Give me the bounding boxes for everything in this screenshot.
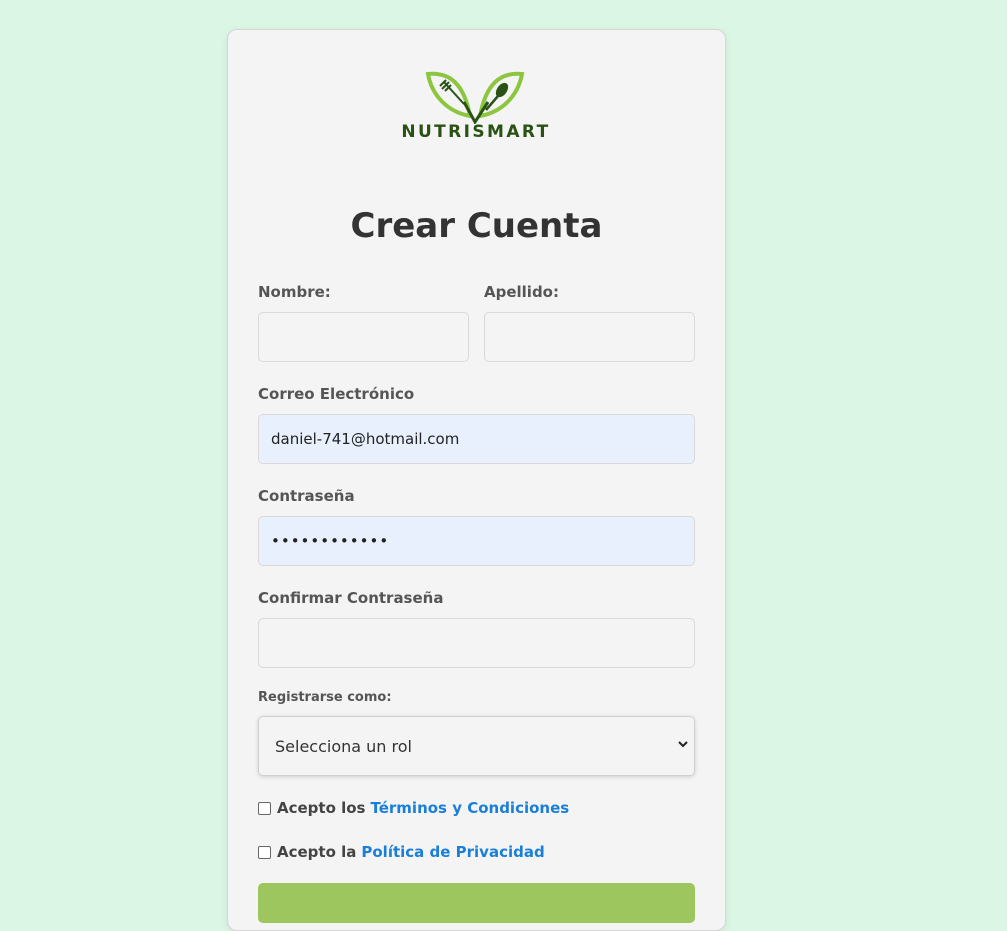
privacy-row: Acepto la Política de Privacidad <box>258 843 545 861</box>
nutrismart-logo: NUTRISMART <box>388 68 564 146</box>
confirm-password-input[interactable] <box>258 618 695 668</box>
email-input[interactable]: daniel-741@hotmail.com <box>258 414 695 464</box>
leaf-icon <box>425 71 525 125</box>
confirm-password-label: Confirmar Contraseña <box>258 589 444 607</box>
apellido-label: Apellido: <box>484 283 559 301</box>
register-card: NUTRISMART Crear Cuenta Nombre: Apellido… <box>227 29 726 931</box>
terms-checkbox[interactable] <box>258 801 271 815</box>
password-input[interactable]: •••••••••••• <box>258 516 695 566</box>
terms-link[interactable]: Términos y Condiciones <box>370 799 569 817</box>
nombre-label: Nombre: <box>258 283 331 301</box>
spoon-icon <box>485 82 509 111</box>
role-selected-value: Selecciona un rol <box>275 736 412 756</box>
page-title: Crear Cuenta <box>350 206 603 246</box>
role-select[interactable]: Selecciona un rol <box>258 716 695 776</box>
nombre-input[interactable] <box>258 312 469 362</box>
password-label: Contraseña <box>258 487 355 505</box>
apellido-input[interactable] <box>484 312 695 362</box>
submit-button[interactable] <box>258 883 695 923</box>
privacy-checkbox[interactable] <box>258 845 271 859</box>
privacy-prefix: Acepto la <box>277 843 357 861</box>
brand-name: NUTRISMART <box>401 122 551 142</box>
privacy-link[interactable]: Política de Privacidad <box>361 843 544 861</box>
terms-row: Acepto los Términos y Condiciones <box>258 799 569 817</box>
role-label: Registrarse como: <box>258 690 392 705</box>
email-label: Correo Electrónico <box>258 385 415 403</box>
terms-prefix: Acepto los <box>277 799 366 817</box>
chevron-down-icon <box>678 741 688 748</box>
